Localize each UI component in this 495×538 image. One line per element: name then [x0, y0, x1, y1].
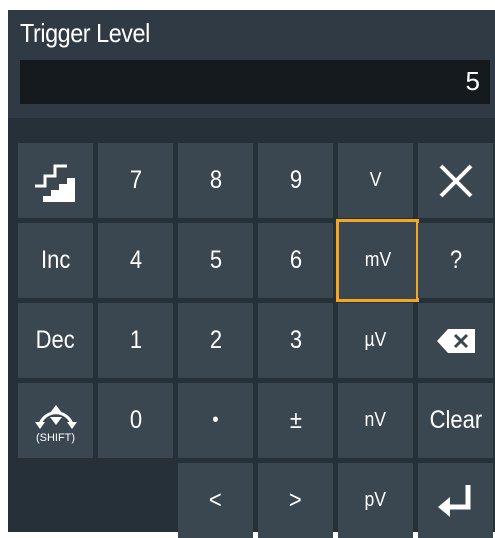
- decimal-point-key[interactable]: •: [178, 383, 253, 458]
- key-label: Inc: [40, 246, 71, 274]
- value-display[interactable]: 5: [20, 60, 490, 104]
- help-key[interactable]: ?: [418, 223, 493, 298]
- backspace-icon: [436, 328, 476, 354]
- key-label: pV: [364, 489, 387, 511]
- key-label: Dec: [35, 326, 76, 354]
- key-label: mV: [364, 249, 391, 271]
- unit-v-key[interactable]: V: [338, 143, 413, 218]
- key-label: •: [212, 409, 219, 431]
- key-label: 2: [209, 326, 222, 354]
- digit-9-key[interactable]: 9: [258, 143, 333, 218]
- unit-pv-key[interactable]: pV: [338, 463, 413, 538]
- keypad: 7 8 9 V Inc 4 5 6 mV ? Dec 1 2 3 µV (SHI…: [8, 118, 495, 538]
- digit-6-key[interactable]: 6: [258, 223, 333, 298]
- cursor-left-key[interactable]: <: [178, 463, 253, 538]
- digit-8-key[interactable]: 8: [178, 143, 253, 218]
- enter-key[interactable]: [418, 463, 493, 538]
- shift-key[interactable]: (SHIFT): [18, 383, 93, 458]
- stairs-icon: [33, 158, 79, 204]
- key-label: 8: [209, 166, 222, 194]
- key-label: 5: [209, 246, 222, 274]
- shift-label: (SHIFT): [35, 431, 76, 444]
- key-label: 6: [289, 246, 302, 274]
- sign-toggle-key[interactable]: ±: [258, 383, 333, 458]
- step-key[interactable]: [18, 143, 93, 218]
- inc-key[interactable]: Inc: [18, 223, 93, 298]
- dec-key[interactable]: Dec: [18, 303, 93, 378]
- unit-nv-key[interactable]: nV: [338, 383, 413, 458]
- key-label: nV: [364, 409, 387, 431]
- key-label: 3: [289, 326, 302, 354]
- close-icon: [437, 162, 475, 200]
- key-label: <: [209, 486, 222, 514]
- key-label: 4: [129, 246, 142, 274]
- key-label: ±: [289, 406, 302, 434]
- digit-1-key[interactable]: 1: [98, 303, 173, 378]
- key-label: 7: [129, 166, 142, 194]
- key-label: 0: [129, 406, 142, 434]
- unit-mv-key[interactable]: mV: [336, 219, 419, 302]
- digit-3-key[interactable]: 3: [258, 303, 333, 378]
- unit-uv-key[interactable]: µV: [338, 303, 413, 378]
- numeric-input-dialog: Trigger Level 5 7 8 9 V Inc 4 5 6 mV ? D…: [8, 10, 495, 538]
- key-label: µV: [364, 329, 387, 351]
- clear-key[interactable]: Clear: [418, 383, 493, 458]
- digit-0-key[interactable]: 0: [98, 383, 173, 458]
- key-label: >: [289, 486, 302, 514]
- key-label: 9: [289, 166, 302, 194]
- enter-icon: [436, 483, 476, 519]
- digit-7-key[interactable]: 7: [98, 143, 173, 218]
- dialog-title: Trigger Level: [20, 18, 150, 48]
- cursor-right-key[interactable]: >: [258, 463, 333, 538]
- key-label: V: [369, 169, 382, 191]
- key-label: 1: [129, 326, 142, 354]
- value-text: 5: [465, 66, 480, 96]
- key-label: ?: [449, 246, 462, 274]
- key-label: Clear: [429, 406, 482, 434]
- close-key[interactable]: [418, 143, 493, 218]
- shift-rotate-icon: [34, 398, 78, 430]
- backspace-key[interactable]: [418, 303, 493, 378]
- digit-5-key[interactable]: 5: [178, 223, 253, 298]
- digit-4-key[interactable]: 4: [98, 223, 173, 298]
- digit-2-key[interactable]: 2: [178, 303, 253, 378]
